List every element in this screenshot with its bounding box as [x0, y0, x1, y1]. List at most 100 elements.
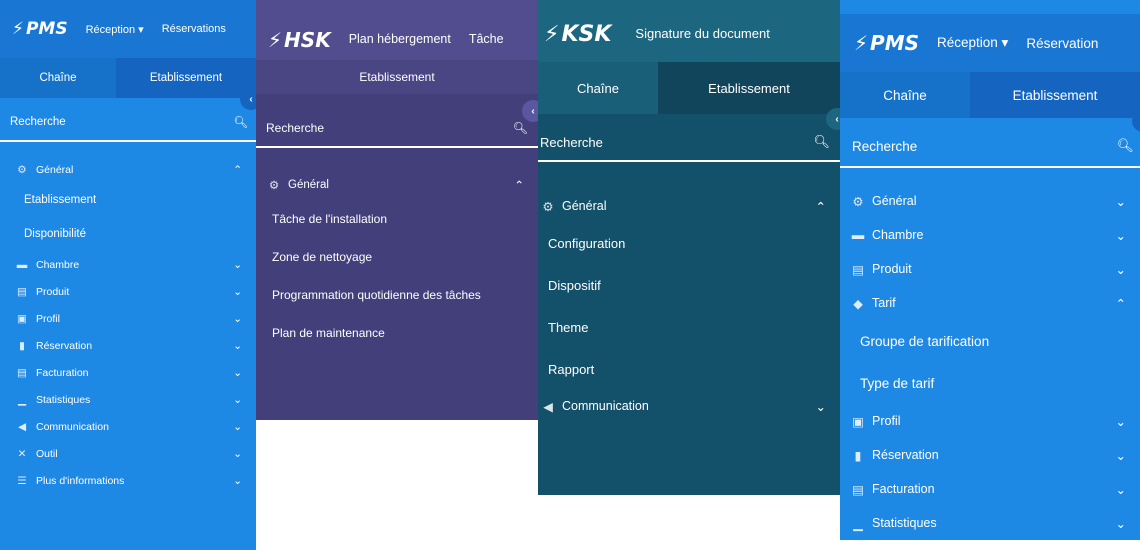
profile-icon: ▣	[852, 414, 864, 429]
tab-chaine[interactable]: Chaîne	[840, 72, 970, 118]
gears-icon: ⚙	[268, 180, 280, 192]
menu-communication[interactable]: ◀ Communication ⌄	[0, 413, 256, 440]
menu-label: Produit	[36, 285, 70, 298]
scope-tabs: Chaîne Etablissement	[0, 58, 256, 98]
pms-logo[interactable]: ⚡ PMS	[854, 31, 919, 55]
menu-general[interactable]: ⚙ Général ⌃	[0, 156, 256, 183]
menu-label: Général	[36, 163, 74, 176]
collapse-sidebar-button[interactable]: ‹	[240, 88, 256, 110]
menu-label: Général	[562, 199, 607, 213]
menu-statistiques[interactable]: ▁ Statistiques ⌄	[0, 386, 256, 413]
submenu-dispositif[interactable]: Dispositif	[538, 264, 840, 306]
menu-plus-informations[interactable]: ☰ Plus d'informations ⌄	[0, 467, 256, 494]
submenu-etablissement[interactable]: Etablissement	[0, 183, 256, 217]
menu-reservation[interactable]: ▮ Réservation ⌄	[0, 332, 256, 359]
top-navbar: ⚡ PMS Réception ▾ Réservations	[0, 0, 256, 58]
nav-tache[interactable]: Tâche	[469, 32, 504, 46]
tab-etablissement[interactable]: Etablissement	[256, 60, 538, 94]
menu-profil[interactable]: ▣ Profil ⌄	[0, 305, 256, 332]
pms-sidebar-panel: ⚡ PMS Réception ▾ Réservations Chaîne Eta…	[0, 0, 256, 550]
reservation-icon: ▮	[19, 339, 25, 352]
search-bar[interactable]: Recherche 🔍︎	[840, 126, 1140, 168]
stats-icon: ▁	[853, 516, 863, 531]
search-bar[interactable]: Recherche 🔍︎	[538, 124, 840, 162]
menu-chambre[interactable]: ▬ Chambre ⌄	[0, 251, 256, 278]
nav-signature-document[interactable]: Signature du document	[635, 26, 769, 41]
logo-icon: ⚡	[854, 31, 869, 55]
chevron-down-icon: ⌄	[1115, 448, 1126, 463]
tools-icon: ✕	[17, 447, 27, 460]
menu-label: Communication	[562, 399, 649, 413]
search-input[interactable]: Recherche	[10, 116, 66, 128]
menu-chambre[interactable]: ▬ Chambre ⌄	[840, 218, 1140, 252]
chevron-down-icon: ⌄	[1115, 262, 1126, 277]
tab-etablissement[interactable]: Etablissement	[970, 72, 1140, 118]
hsk-logo[interactable]: ⚡ HSK	[268, 28, 331, 52]
menu-statistiques[interactable]: ▁ Statistiques ⌄	[840, 506, 1140, 540]
menu-label: Facturation	[872, 482, 935, 496]
chevron-up-icon: ⌃	[233, 163, 242, 176]
chevron-down-icon: ⌄	[233, 474, 242, 487]
submenu-theme[interactable]: Theme	[538, 306, 840, 348]
submenu-configuration[interactable]: Configuration	[538, 222, 840, 264]
search-icon[interactable]: 🔍︎	[813, 134, 830, 150]
menu-label: Facturation	[36, 366, 89, 379]
search-bar[interactable]: Recherche 🔍︎	[256, 110, 538, 148]
tab-etablissement[interactable]: Etablissement	[116, 58, 256, 98]
chevron-up-icon: ⌃	[815, 199, 826, 214]
menu-facturation[interactable]: ▤ Facturation ⌄	[840, 472, 1140, 506]
menu-outil[interactable]: ✕ Outil ⌄	[0, 440, 256, 467]
menu-label: Réservation	[872, 448, 939, 462]
search-icon[interactable]: 🔍︎	[233, 115, 248, 129]
search-input[interactable]: Recherche	[540, 135, 603, 150]
chevron-down-icon: ⌄	[815, 399, 826, 414]
chevron-down-icon: ⌄	[1115, 516, 1126, 531]
submenu-plan-maintenance[interactable]: Plan de maintenance	[256, 314, 538, 352]
menu-label: Statistiques	[872, 516, 937, 530]
search-input[interactable]: Recherche	[266, 121, 324, 135]
search-input[interactable]: Recherche	[852, 139, 917, 154]
tab-chaine[interactable]: Chaîne	[0, 58, 116, 98]
menu-produit[interactable]: ▤ Produit ⌄	[0, 278, 256, 305]
submenu-tache-installation[interactable]: Tâche de l'installation	[256, 200, 538, 238]
submenu-rapport[interactable]: Rapport	[538, 348, 840, 390]
nav-reception[interactable]: Réception ▾	[937, 35, 1008, 51]
nav-plan-hebergement[interactable]: Plan hébergement	[349, 32, 451, 46]
menu-facturation[interactable]: ▤ Facturation ⌄	[0, 359, 256, 386]
gears-icon: ⚙	[17, 163, 27, 176]
submenu-disponibilite[interactable]: Disponibilité	[0, 217, 256, 251]
menu-general[interactable]: ⚙ Général ⌃	[538, 190, 840, 222]
chevron-down-icon: ⌄	[233, 285, 242, 298]
chevron-down-icon: ⌄	[1115, 414, 1126, 429]
nav-reception[interactable]: Réception ▾	[86, 23, 144, 36]
tab-chaine[interactable]: Chaîne	[538, 62, 658, 114]
invoice-icon: ▤	[17, 366, 27, 379]
menu-label: Général	[288, 179, 329, 191]
ksk-sidebar-panel: ⚡ KSK Signature du document Chaîne Etabli…	[538, 0, 840, 495]
collapse-sidebar-button[interactable]: ‹	[522, 100, 538, 122]
menu-label: Communication	[36, 420, 109, 433]
menu-general[interactable]: ⚙ Général ⌄	[840, 184, 1140, 218]
tab-etablissement[interactable]: Etablissement	[658, 62, 840, 114]
search-icon[interactable]: 🔍︎	[1117, 138, 1134, 154]
pms-logo[interactable]: ⚡ PMS	[12, 19, 68, 39]
chevron-down-icon: ⌄	[1115, 194, 1126, 209]
menu-produit[interactable]: ▤ Produit ⌄	[840, 252, 1140, 286]
invoice-icon: ▤	[852, 482, 864, 497]
submenu-zone-nettoyage[interactable]: Zone de nettoyage	[256, 238, 538, 276]
search-icon[interactable]: 🔍︎	[513, 121, 528, 135]
submenu-type-tarif[interactable]: Type de tarif	[840, 362, 1140, 404]
nav-reservations[interactable]: Réservations	[162, 23, 226, 35]
ksk-logo[interactable]: ⚡ KSK	[544, 22, 611, 47]
menu-profil[interactable]: ▣ Profil ⌄	[840, 404, 1140, 438]
menu-tarif[interactable]: ◆ Tarif ⌃	[840, 286, 1140, 320]
submenu-programmation-quotidienne[interactable]: Programmation quotidienne des tâches	[256, 276, 538, 314]
nav-reservation[interactable]: Réservation	[1026, 36, 1098, 51]
chevron-down-icon: ⌄	[233, 339, 242, 352]
search-bar[interactable]: Recherche 🔍︎	[0, 104, 256, 142]
menu-reservation[interactable]: ▮ Réservation ⌄	[840, 438, 1140, 472]
menu-communication[interactable]: ◀ Communication ⌄	[538, 390, 840, 422]
logo-icon: ⚡	[12, 19, 24, 39]
menu-general[interactable]: ⚙ Général ⌃	[256, 170, 538, 200]
submenu-groupe-tarification[interactable]: Groupe de tarification	[840, 320, 1140, 362]
